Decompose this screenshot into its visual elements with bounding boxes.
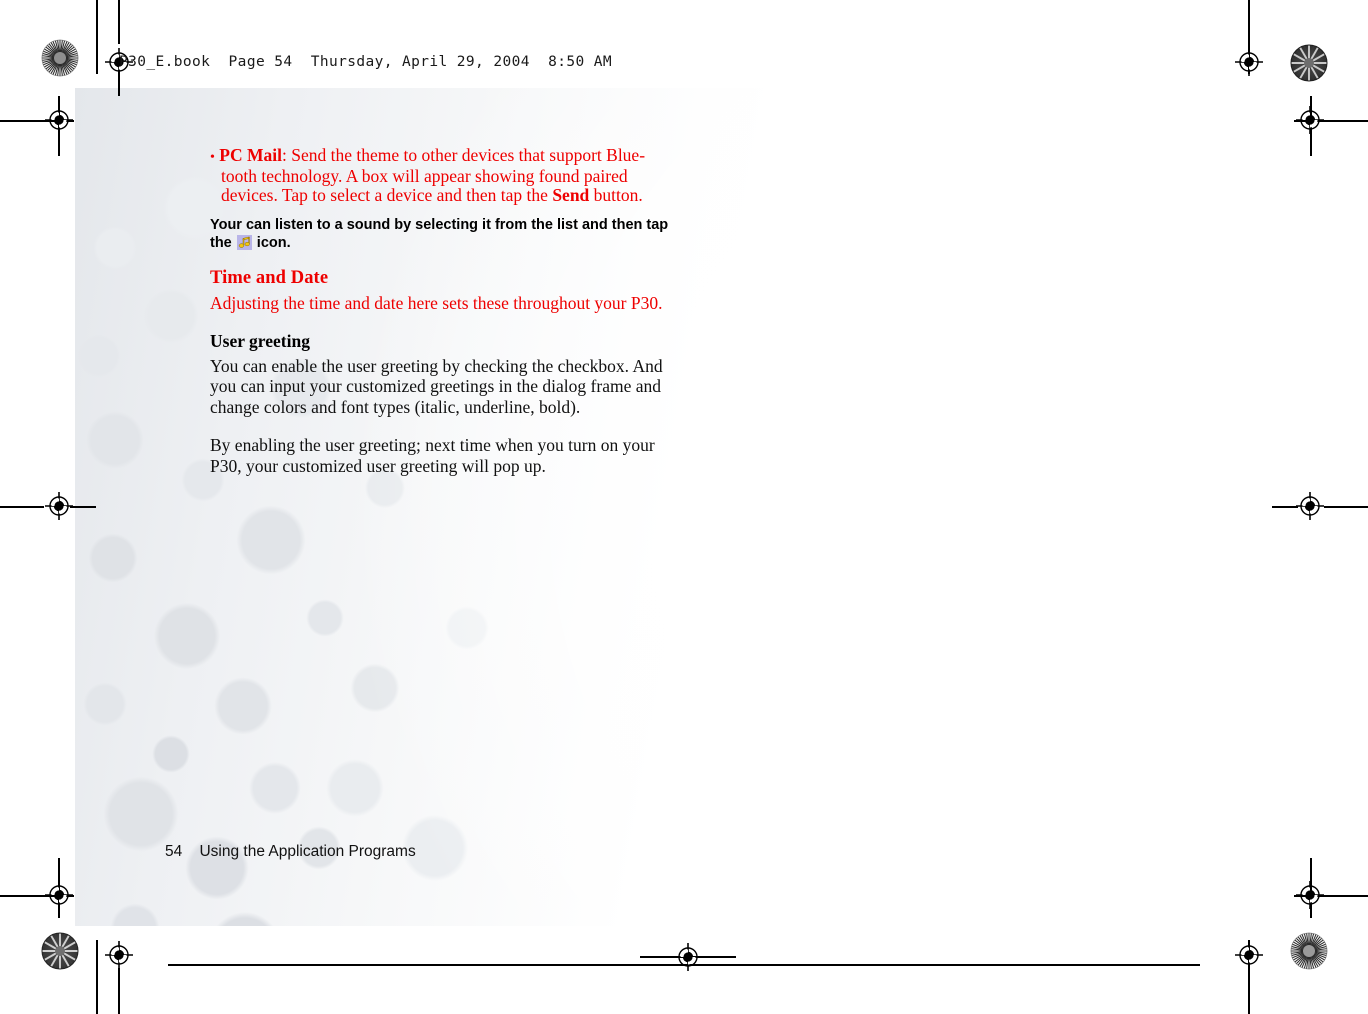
bullet-marker: •	[210, 150, 215, 165]
star-density-target	[1290, 932, 1328, 970]
listen-note-paragraph: Your can listen to a sound by selecting …	[210, 216, 682, 253]
music-note-icon	[236, 235, 252, 251]
trim-crop-line	[0, 506, 44, 508]
trim-crop-line	[118, 0, 120, 44]
registration-crosshair-mark	[1296, 106, 1324, 134]
trim-crop-line	[1324, 506, 1368, 508]
page-content: • PC Mail: Send the theme to other devic…	[210, 145, 710, 494]
heading-user-greeting: User greeting	[210, 330, 310, 351]
heading-time-and-date: Time and Date	[210, 267, 329, 288]
trim-crop-line	[1272, 506, 1298, 508]
star-density-target	[41, 39, 79, 77]
bullet-term: PC Mail	[219, 145, 282, 165]
registration-crosshair-mark	[1296, 492, 1324, 520]
trim-crop-line	[96, 0, 98, 74]
registration-crosshair-mark	[45, 106, 73, 134]
file-header-slug: P30_E.book Page 54 Thursday, April 29, 2…	[119, 54, 613, 70]
registration-crosshair-mark	[674, 943, 702, 971]
registration-crosshair-mark	[105, 941, 133, 969]
bullet-tail: button.	[589, 185, 643, 206]
paragraph-time-and-date: Adjusting the time and date here sets th…	[210, 292, 663, 313]
page-footer: 54 Using the Application Programs	[165, 843, 416, 860]
registration-crosshair-mark	[1235, 48, 1263, 76]
registration-crosshair-mark	[45, 492, 73, 520]
note-text-after: icon.	[252, 235, 291, 252]
star-density-target	[1290, 44, 1328, 82]
trim-crop-line	[70, 506, 96, 508]
star-density-target	[41, 932, 79, 970]
trim-crop-line	[96, 940, 98, 1014]
registration-crosshair-mark	[45, 881, 73, 909]
paragraph-user-greeting-2: By enabling the user greeting; next time…	[210, 435, 655, 476]
registration-crosshair-mark	[1296, 881, 1324, 909]
paragraph-user-greeting-1: You can enable the user greeting by chec…	[210, 355, 663, 417]
print-sheet: P30_E.book Page 54 Thursday, April 29, 2…	[0, 0, 1368, 1014]
bullet-bold-send: Send	[552, 185, 590, 206]
trim-crop-line	[118, 968, 120, 1014]
registration-crosshair-mark	[1235, 941, 1263, 969]
bullet-item-pc-mail: • PC Mail: Send the theme to other devic…	[210, 145, 661, 206]
